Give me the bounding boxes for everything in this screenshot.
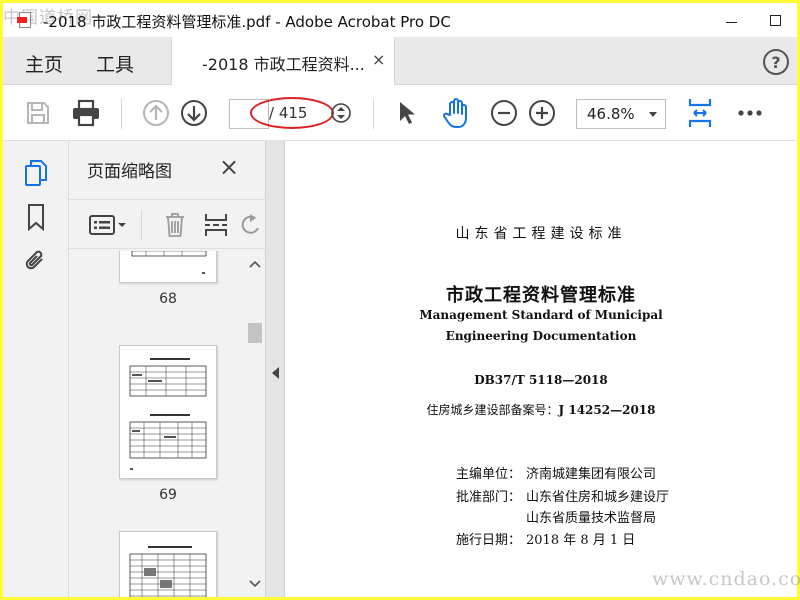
tab-document[interactable]: -2018 市政工程资料... ×: [171, 37, 395, 85]
collapse-panel-icon[interactable]: [272, 367, 279, 379]
bookmark-icon[interactable]: [21, 201, 51, 233]
thumbnail-page-number: 68: [159, 291, 177, 307]
panel-close-icon[interactable]: ×: [219, 153, 239, 181]
zoom-select[interactable]: 46.8%: [576, 99, 666, 129]
window-title: -2018 市政工程资料管理标准.pdf - Adobe Acrobat Pro…: [43, 13, 451, 31]
delete-icon[interactable]: [161, 200, 189, 250]
select-cursor-icon[interactable]: [393, 85, 421, 141]
chevron-down-icon[interactable]: [249, 577, 261, 591]
title-bar: 中国道桥网 -2018 市政工程资料管理标准.pdf - Adobe Acrob…: [3, 3, 797, 37]
document-page: 山东省工程建设标准 市政工程资料管理标准 Management Standard…: [285, 141, 797, 597]
approver-value-2: 山东省质量技术监督局: [526, 511, 657, 526]
panel-divider: [141, 210, 142, 240]
tab-document-label: -2018 市政工程资料...: [202, 55, 365, 74]
thumbnail-scrollbar[interactable]: [245, 251, 265, 597]
chevron-down-icon: [649, 112, 657, 117]
chevron-up-icon[interactable]: [249, 257, 261, 271]
annotation-circle: [250, 97, 334, 129]
zoom-in-icon[interactable]: [527, 85, 557, 141]
tab-bar: 主页 工具 -2018 市政工程资料... × ?: [3, 37, 797, 85]
previous-page-icon[interactable]: [141, 85, 171, 141]
thumbnail-page-number: 69: [159, 487, 177, 503]
thumbnails-panel: 页面缩略图 × 68 69: [69, 141, 265, 597]
standard-code: DB37/T 5118—2018: [474, 373, 608, 387]
panel-splitter[interactable]: [265, 141, 285, 597]
toolbar: / 415 46.8%: [3, 85, 797, 141]
scrollbar-thumb[interactable]: [248, 323, 262, 343]
standard-series-title: 山东省工程建设标准: [455, 226, 627, 242]
page-thumbnails-icon[interactable]: [21, 157, 51, 189]
pdf-file-icon: [17, 12, 33, 28]
insert-page-icon[interactable]: [201, 200, 231, 250]
next-page-icon[interactable]: [179, 85, 209, 141]
panel-title: 页面缩略图: [87, 162, 172, 182]
page-thumbnail-68[interactable]: [119, 251, 217, 283]
minimize-button[interactable]: [711, 5, 751, 35]
hand-tool-icon[interactable]: [439, 85, 473, 141]
record-line: 住房城乡建设部备案号：J 14252—2018: [285, 401, 797, 418]
panel-toolbar: [69, 199, 265, 249]
options-menu-icon[interactable]: [87, 200, 129, 250]
help-button[interactable]: ?: [763, 49, 789, 75]
tab-home[interactable]: 主页: [25, 50, 63, 77]
document-title-en-2: Engineering Documentation: [445, 329, 637, 343]
approver-label: 批准部门：: [456, 490, 522, 505]
record-label: 住房城乡建设部备案号：: [426, 403, 559, 417]
zoom-value: 46.8%: [587, 105, 635, 123]
date-value: 2018 年 8 月 1 日: [526, 533, 636, 548]
save-icon[interactable]: [23, 85, 53, 141]
toolbar-divider: [121, 99, 122, 129]
toolbar-divider: [373, 99, 374, 129]
attachment-icon[interactable]: [21, 245, 51, 277]
page-thumbnail-70[interactable]: [119, 531, 217, 597]
tab-close-icon[interactable]: ×: [372, 50, 385, 69]
acrobat-window: 中国道桥网 -2018 市政工程资料管理标准.pdf - Adobe Acrob…: [3, 3, 797, 597]
navigation-rail: [3, 141, 69, 597]
date-label: 施行日期：: [456, 533, 522, 548]
rotate-icon[interactable]: [239, 200, 261, 250]
print-icon[interactable]: [69, 85, 103, 141]
thumbnail-list: 68 69: [69, 251, 243, 597]
tab-tools[interactable]: 工具: [96, 50, 134, 77]
page-thumbnail-69[interactable]: [119, 345, 217, 479]
document-title-cn: 市政工程资料管理标准: [446, 285, 636, 306]
page-stepper-icon[interactable]: [329, 85, 353, 141]
record-number: J 14252—2018: [558, 403, 656, 417]
editor-value: 济南城建集团有限公司: [526, 467, 657, 482]
fit-page-icon[interactable]: [685, 85, 715, 141]
watermark-site: www.cndao.com: [652, 568, 800, 590]
approver-value-1: 山东省住房和城乡建设厅: [526, 490, 670, 505]
maximize-button[interactable]: [755, 5, 795, 35]
editor-label: 主编单位：: [456, 467, 522, 482]
document-title-en-1: Management Standard of Municipal: [419, 308, 663, 322]
more-options-icon[interactable]: [735, 85, 765, 141]
zoom-out-icon[interactable]: [489, 85, 519, 141]
